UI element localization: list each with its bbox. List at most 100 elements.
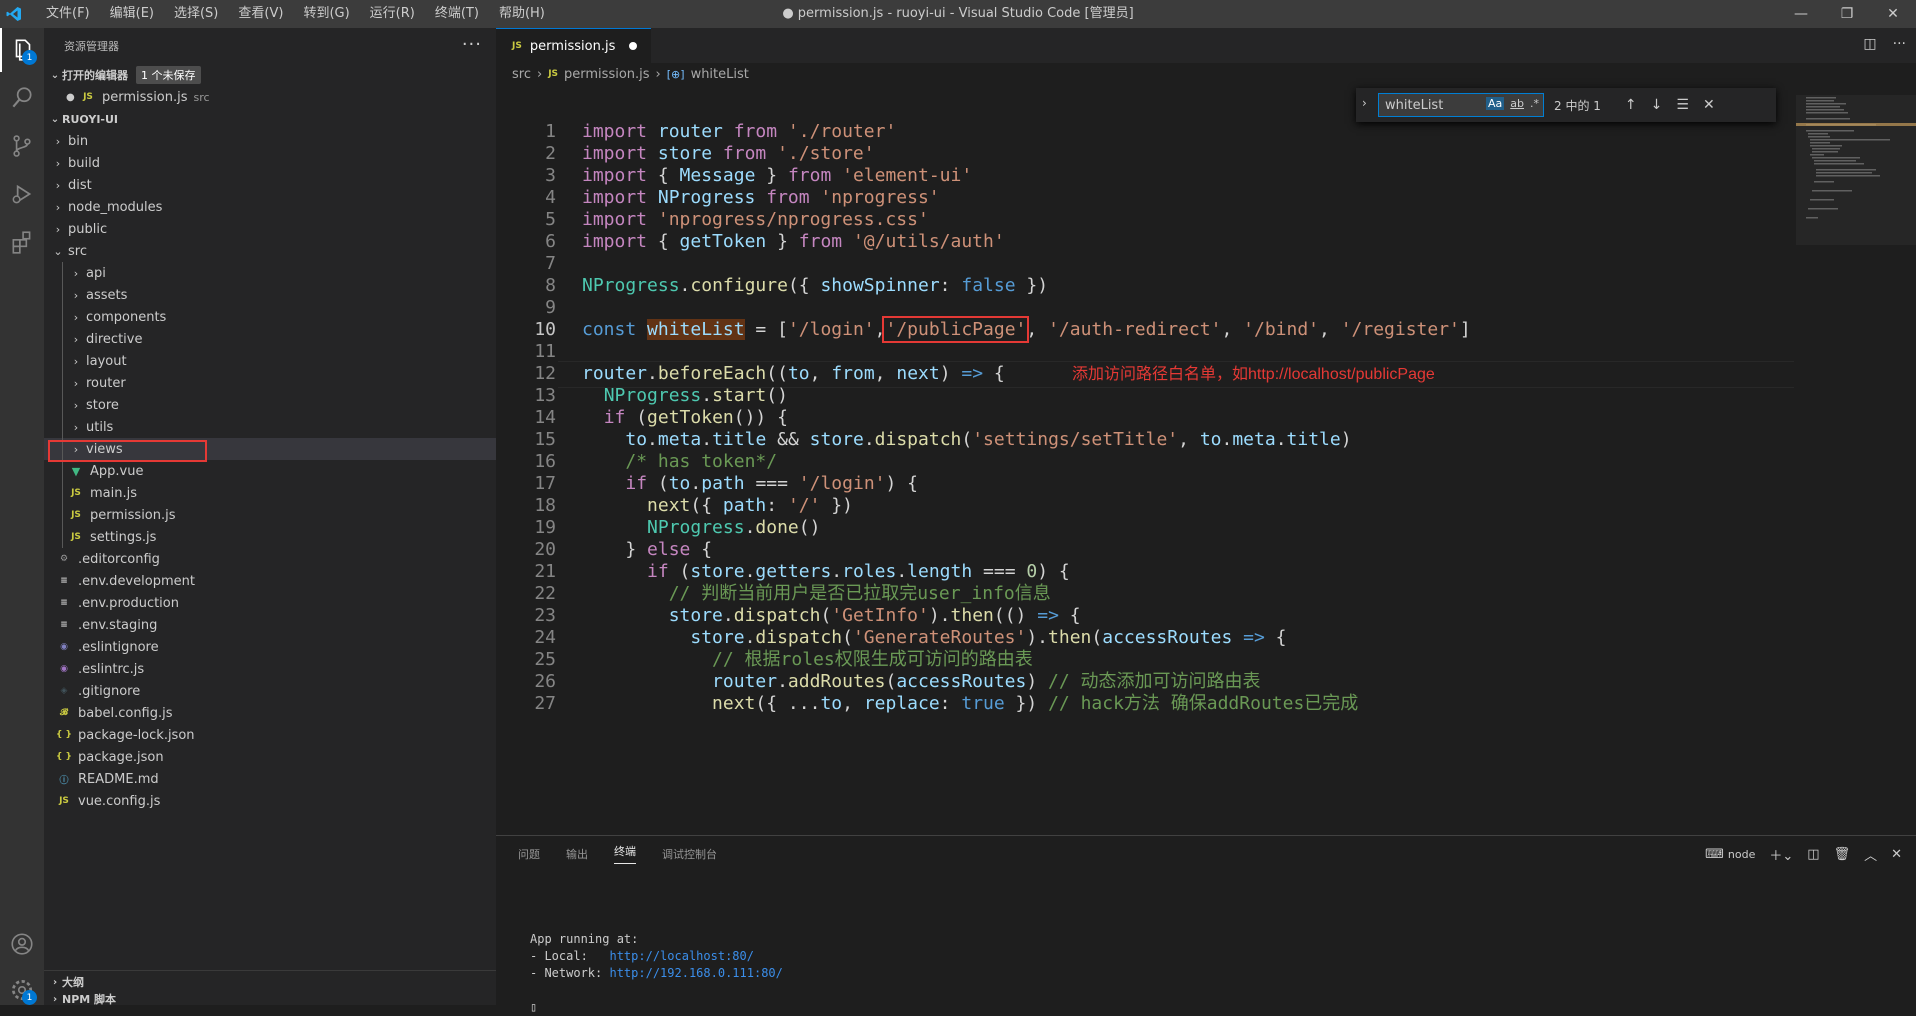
panel-tab-0[interactable]: 问题 <box>518 846 540 862</box>
menu-item-4[interactable]: 转到(G) <box>293 0 359 28</box>
unsaved-dot-icon[interactable]: ● <box>66 92 80 103</box>
tree-item[interactable]: JS settings.js <box>44 526 496 548</box>
code-token: : <box>766 495 788 516</box>
title-bar: 文件(F) 编辑(E) 选择(S) 查看(V) 转到(G) 运行(R) 终端(T) 帮助(H)… <box>0 0 1916 28</box>
code-token: NProgress <box>657 187 767 208</box>
find-in-selection-icon[interactable]: ☰ <box>1676 97 1689 113</box>
open-editor-item[interactable]: ● JS permission.js src <box>44 86 496 108</box>
tree-item[interactable]: › assets <box>44 284 496 306</box>
code-token: { <box>1275 627 1287 648</box>
find-input[interactable]: whiteList Aa ab .* <box>1378 93 1544 117</box>
tree-item[interactable]: ≡ .env.staging <box>44 614 496 636</box>
menu-item-0[interactable]: 文件(F) <box>36 0 100 28</box>
tree-item[interactable]: ◉ .eslintrc.js <box>44 658 496 680</box>
tree-item[interactable]: ⚙ .editorconfig <box>44 548 496 570</box>
tree-item[interactable]: › store <box>44 394 496 416</box>
split-terminal-icon[interactable]: ◫ <box>1807 847 1819 862</box>
menu-item-3[interactable]: 查看(V) <box>228 0 293 28</box>
terminal-output[interactable]: App running at: - Local: http://localhos… <box>530 931 783 1016</box>
run-debug-icon[interactable] <box>0 172 44 216</box>
network-url-link[interactable]: http://192.168.0.111:80/ <box>609 966 782 980</box>
chevron-right-icon[interactable]: › <box>1362 96 1367 110</box>
tab-permission-js[interactable]: JS permission.js <box>496 28 652 63</box>
tree-item[interactable]: › bin <box>44 130 496 152</box>
search-icon[interactable] <box>0 76 44 120</box>
tree-item-label: .editorconfig <box>78 551 160 567</box>
menu-item-7[interactable]: 帮助(H) <box>489 0 555 28</box>
tree-item[interactable]: 𝓑babel.config.js <box>44 702 496 724</box>
menu-item-2[interactable]: 选择(S) <box>164 0 228 28</box>
panel-tab-1[interactable]: 输出 <box>566 846 588 862</box>
next-match-icon[interactable]: ↓ <box>1651 97 1663 113</box>
tree-item[interactable]: › utils <box>44 416 496 438</box>
trash-icon[interactable]: 🗑 <box>1834 847 1851 862</box>
breadcrumb-file[interactable]: permission.js <box>564 67 650 82</box>
breadcrumb-src[interactable]: src <box>512 67 531 82</box>
code-token: import <box>582 121 658 142</box>
tree-item[interactable]: JS vue.config.js <box>44 790 496 812</box>
tree-item[interactable]: › public <box>44 218 496 240</box>
code-token: // 判断当前用户是否已拉取完user_info信息 <box>668 583 1051 604</box>
source-control-icon[interactable] <box>0 124 44 168</box>
tree-item[interactable]: › directive <box>44 328 496 350</box>
tree-item[interactable]: { } package-lock.json <box>44 724 496 746</box>
whole-word-toggle[interactable]: ab <box>1510 97 1524 110</box>
tree-item[interactable]: JS main.js <box>44 482 496 504</box>
menu-item-5[interactable]: 运行(R) <box>360 0 425 28</box>
tree-item[interactable]: ≡ .env.production <box>44 592 496 614</box>
regex-toggle[interactable]: .* <box>1530 97 1539 110</box>
previous-match-icon[interactable]: ↑ <box>1625 97 1637 113</box>
tree-item[interactable]: { } package.json <box>44 746 496 768</box>
tree-item[interactable]: ≡ .env.development <box>44 570 496 592</box>
menu-item-6[interactable]: 终端(T) <box>425 0 489 28</box>
tree-item[interactable]: JS permission.js <box>44 504 496 526</box>
terminal-name[interactable]: node <box>1728 848 1755 861</box>
new-terminal-icon[interactable]: ＋⌄ <box>1769 845 1793 864</box>
tree-item[interactable]: ▼ App.vue <box>44 460 496 482</box>
project-header[interactable]: ⌄ RUOYI-UI <box>44 108 496 130</box>
code-token: store <box>809 429 864 450</box>
tree-item[interactable]: ⓘ README.md <box>44 768 496 790</box>
chevron-right-icon: › <box>536 66 543 82</box>
tree-item[interactable]: › build <box>44 152 496 174</box>
match-case-toggle[interactable]: Aa <box>1486 97 1505 110</box>
account-icon[interactable] <box>0 922 44 966</box>
indent-guide <box>62 482 63 504</box>
outline-header[interactable]: › 大纲 <box>44 971 496 993</box>
close-find-icon[interactable]: ✕ <box>1703 97 1715 113</box>
code-token: from <box>787 165 843 186</box>
more-actions-icon[interactable]: ··· <box>462 34 482 55</box>
menu-item-1[interactable]: 编辑(E) <box>100 0 164 28</box>
code-token: . <box>744 627 756 648</box>
panel-tab-3[interactable]: 调试控制台 <box>662 846 717 862</box>
close-panel-icon[interactable]: ✕ <box>1891 847 1902 862</box>
settings-gear-icon[interactable]: 1 <box>0 968 44 1012</box>
local-url-link[interactable]: http://localhost:80/ <box>609 949 754 963</box>
tree-item[interactable]: › components <box>44 306 496 328</box>
breadcrumb-symbol[interactable]: whiteList <box>691 67 749 82</box>
tree-item[interactable]: › router <box>44 372 496 394</box>
split-editor-icon[interactable]: ◫ <box>1863 36 1876 52</box>
tree-item[interactable]: ◉ .eslintignore <box>44 636 496 658</box>
tree-item[interactable]: › layout <box>44 350 496 372</box>
match-count: 2 中的 1 <box>1554 98 1601 113</box>
tree-item[interactable]: › node_modules <box>44 196 496 218</box>
unsaved-dot-icon[interactable] <box>629 42 638 50</box>
restore-icon[interactable]: ❐ <box>1824 0 1870 28</box>
panel-tab-2[interactable]: 终端 <box>614 843 636 864</box>
open-editors-header[interactable]: ⌄ 打开的编辑器 1 个未保存 <box>44 64 496 86</box>
minimize-icon[interactable]: — <box>1778 0 1824 28</box>
tree-item[interactable]: › dist <box>44 174 496 196</box>
tree-item[interactable]: ◈ .gitignore <box>44 680 496 702</box>
tree-item[interactable]: › api <box>44 262 496 284</box>
tree-item[interactable]: ⌄ src <box>44 240 496 262</box>
chevron-right-icon: › <box>52 993 58 1005</box>
chevron-up-icon[interactable]: ︿ <box>1864 845 1877 864</box>
close-window-icon[interactable]: ✕ <box>1870 0 1916 28</box>
code-token: addRoutes <box>787 671 886 692</box>
more-actions-icon[interactable]: ··· <box>1893 36 1906 52</box>
extensions-icon[interactable] <box>0 220 44 264</box>
minimap[interactable] <box>1796 85 1916 835</box>
npm-scripts-header[interactable]: › NPM 脚本 <box>44 993 496 1005</box>
explorer-icon[interactable]: 1 <box>0 28 44 72</box>
